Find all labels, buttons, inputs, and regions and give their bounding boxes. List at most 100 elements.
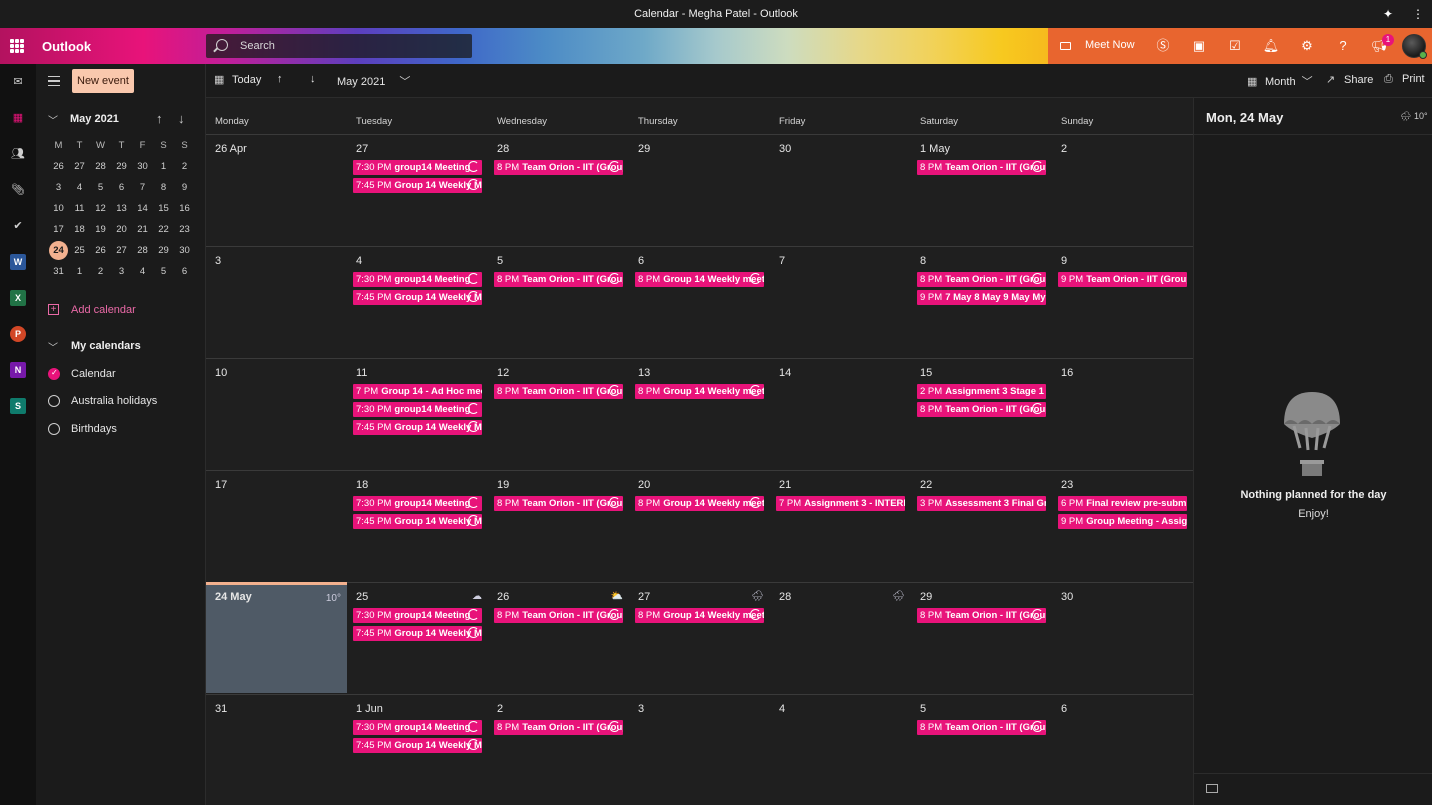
calendar-event[interactable]: 7:30 PM group14 Meeting (353, 272, 482, 287)
calendar-event[interactable]: 7:45 PMGroup 14 Weekly Meeting (353, 626, 482, 641)
mini-calendar-day[interactable]: 31 (48, 261, 69, 282)
mini-calendar-day[interactable]: 28 (132, 240, 153, 261)
calendar-event[interactable]: 7:30 PM group14 Meeting (353, 608, 482, 623)
day-cell[interactable]: 236 PMFinal review pre-submission9 PMGro… (1052, 471, 1193, 582)
calendar-event[interactable]: 8 PMGroup 14 Weekly meeting (635, 608, 764, 623)
calendar-event[interactable]: 8 PMGroup 14 Weekly meeting (635, 272, 764, 287)
mini-calendar-day[interactable]: 4 (132, 261, 153, 282)
mini-calendar-day[interactable]: 14 (132, 198, 153, 219)
calendar-event[interactable]: 8 PMTeam Orion - IIT (Group 14) (494, 496, 623, 511)
new-event-button[interactable]: New event (72, 69, 134, 93)
calendar-event[interactable]: 9 PMTeam Orion - IIT (Group 14) (1058, 272, 1187, 287)
sway-icon[interactable]: S (10, 398, 26, 414)
day-cell[interactable]: 9 9 PMTeam Orion - IIT (Group 14) (1052, 247, 1193, 358)
day-cell[interactable]: 28 🌧 (770, 583, 911, 694)
day-cell[interactable]: 30 (770, 135, 911, 246)
calendar-event[interactable]: 7 PMGroup 14 - Ad Hoc meeting (353, 384, 482, 399)
mini-calendar-day[interactable]: 11 (69, 198, 90, 219)
people-icon[interactable]: 👥︎ (10, 146, 26, 162)
calendar-event[interactable]: 2 PMAssignment 3 Stage 1 - Interim (917, 384, 1046, 399)
calendar-icon[interactable]: ▦ (10, 110, 26, 126)
day-cell[interactable]: 88 PMTeam Orion - IIT (Group 14)9 PM7 Ma… (911, 247, 1052, 358)
to-do-icon[interactable]: ☑ (1226, 37, 1244, 55)
mini-calendar-day[interactable]: 26 (90, 240, 111, 261)
collapse-pane-icon[interactable] (1206, 784, 1218, 793)
calendar-event[interactable]: 8 PMTeam Orion - IIT (Group 14) (917, 402, 1046, 417)
mini-calendar-day[interactable]: 13 (111, 198, 132, 219)
day-cell[interactable]: 17 (206, 471, 347, 582)
hamburger-menu-icon[interactable] (48, 76, 60, 86)
day-cell-today[interactable]: 24 May 10° (206, 582, 347, 693)
calendar-event[interactable]: 8 PMTeam Orion - IIT (Group 14) (494, 160, 623, 175)
calendar-event[interactable]: 8 PMTeam Orion - IIT (Group 14) (917, 272, 1046, 287)
day-cell[interactable]: 25 ☁ 7:30 PM group14 Meeting 7:45 PM Group 14… (347, 583, 488, 694)
mini-calendar-day[interactable]: 3 (48, 177, 69, 198)
mini-calendar-day[interactable]: 10 (48, 198, 69, 219)
day-cell[interactable]: 7 (770, 247, 911, 358)
calendar-event[interactable]: 7:30 PM group14 Meeting (353, 402, 482, 417)
mini-calendar-day[interactable]: 27 (111, 240, 132, 261)
calendar-event[interactable]: 7:45 PMGroup 14 Weekly Meeting (353, 514, 482, 529)
collapse-chevron-icon[interactable]: ﹀ (48, 112, 58, 127)
mini-calendar-day[interactable]: 4 (69, 177, 90, 198)
day-cell[interactable]: 3 (629, 695, 770, 805)
checked-radio-icon[interactable] (48, 368, 60, 380)
mini-calendar-day[interactable]: 29 (153, 240, 174, 261)
day-cell[interactable]: 29 (629, 135, 770, 246)
mini-calendar-day[interactable]: 2 (174, 156, 195, 177)
app-name[interactable]: Outlook (42, 39, 91, 54)
day-cell[interactable]: 21 7 PM Assignment 3 - INTERIM (770, 471, 911, 582)
calendar-event[interactable]: 8 PMTeam Orion - IIT (Group 14) (917, 720, 1046, 735)
day-cell[interactable]: 152 PMAssignment 3 Stage 1 - Interim8 PM… (911, 359, 1052, 470)
day-cell[interactable]: 19 8 PMTeam Orion - IIT (Group 14) (488, 471, 629, 582)
day-cell[interactable]: 26 ⛅ 8 PMTeam Orion - IIT (Group 14) (488, 583, 629, 694)
day-cell[interactable]: 12 8 PMTeam Orion - IIT (Group 14) (488, 359, 629, 470)
calendar-event[interactable]: 7:45 PMGroup 14 Weekly Meeting (353, 420, 482, 435)
day-cell[interactable]: 16 (1052, 359, 1193, 470)
calendar-event[interactable]: 7:45 PMGroup 14 Weekly Meeting (353, 290, 482, 305)
mini-calendar-day[interactable]: 30 (174, 240, 195, 261)
day-cell[interactable]: 1 May 8 PMTeam Orion - IIT (Group 14) (911, 135, 1052, 246)
calendar-event[interactable]: 8 PMGroup 14 Weekly meeting (635, 384, 764, 399)
gear-icon[interactable]: ⚙ (1298, 37, 1316, 55)
app-launcher-icon[interactable] (10, 39, 24, 53)
help-icon[interactable]: ? (1334, 37, 1352, 55)
day-cell[interactable]: 30 (1052, 583, 1193, 694)
calendar-event[interactable]: 8 PMTeam Orion - IIT (Group 14) (917, 608, 1046, 623)
todo-check-icon[interactable]: ✔ (10, 218, 26, 234)
mini-calendar-day[interactable]: 19 (90, 219, 111, 240)
calendar-event[interactable]: 7:45 PMGroup 14 Weekly Meeting (353, 738, 482, 753)
previous-month-icon[interactable]: ↑ (156, 111, 163, 126)
powerpoint-icon[interactable]: P (10, 326, 26, 342)
mini-calendar-day[interactable]: 23 (174, 219, 195, 240)
print-button[interactable]: ⎙ Print (1384, 73, 1425, 89)
day-cell[interactable]: 29 8 PMTeam Orion - IIT (Group 14) (911, 583, 1052, 694)
share-button[interactable]: ↗ Share (1326, 73, 1373, 89)
mail-icon[interactable]: ✉ (10, 74, 26, 90)
mini-calendar-day[interactable]: 1 (69, 261, 90, 282)
mini-calendar-day[interactable]: 5 (153, 261, 174, 282)
next-month-icon[interactable]: ↓ (178, 111, 185, 126)
calendar-event[interactable]: 8 PMTeam Orion - IIT (Group 14) (494, 608, 623, 623)
calendar-event[interactable]: 7:30 PM group14 Meeting (353, 720, 482, 735)
mini-calendar-day[interactable]: 29 (111, 156, 132, 177)
mini-calendar-day[interactable]: 18 (69, 219, 90, 240)
day-cell[interactable]: 28 8 PMTeam Orion - IIT (Group 14) (488, 135, 629, 246)
mini-calendar-day[interactable]: 20 (111, 219, 132, 240)
mini-calendar-day[interactable]: 12 (90, 198, 111, 219)
mini-calendar-day[interactable]: 27 (69, 156, 90, 177)
day-cell[interactable]: 18 7:30 PM group14 Meeting 7:45 PM Group 14 … (347, 471, 488, 582)
day-cell[interactable]: 22 3 PMAssessment 3 Final Group (911, 471, 1052, 582)
mini-calendar-day[interactable]: 30 (132, 156, 153, 177)
mini-calendar-day[interactable]: 2 (90, 261, 111, 282)
day-cell[interactable]: 4 (770, 695, 911, 805)
bell-icon[interactable]: 🔔︎ (1262, 37, 1280, 55)
mini-calendar-day[interactable]: 26 (48, 156, 69, 177)
search-box[interactable]: Search (206, 34, 472, 58)
radio-icon[interactable] (48, 423, 60, 435)
attachment-icon[interactable]: 📎︎ (10, 182, 26, 198)
calendar-event[interactable]: 8 PMTeam Orion - IIT (Group 14) (494, 720, 623, 735)
mini-calendar-day[interactable]: 6 (111, 177, 132, 198)
calendar-event[interactable]: 8 PMTeam Orion - IIT (Group 14) (494, 384, 623, 399)
calendar-event[interactable]: 9 PMGroup Meeting - Assignment (1058, 514, 1187, 529)
